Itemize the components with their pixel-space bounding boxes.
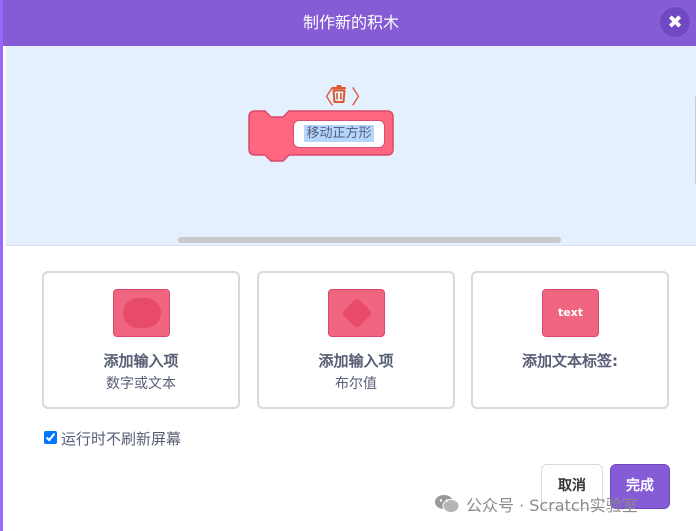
trash-icon[interactable] [329, 84, 349, 104]
option-title: 添加文本标签: [522, 352, 618, 370]
block-edit-tools: 〈 〉 [314, 83, 371, 109]
horizontal-scrollbar[interactable] [178, 237, 561, 243]
run-without-refresh-checkbox[interactable] [44, 431, 57, 444]
option-subtitle: 数字或文本 [106, 376, 176, 392]
text-label-icon: text [542, 289, 599, 337]
boolean-input-icon [328, 289, 385, 337]
dialog-title: 制作新的积木 [302, 13, 399, 32]
close-icon: ✖ [667, 12, 683, 33]
make-block-dialog: 制作新的积木 ✖ 〈 〉 移动正方形 添加输入项 数字或文本 添加输入项 布尔值… [0, 0, 696, 531]
block-name-text: 移动正方形 [304, 125, 374, 142]
block-name-input[interactable]: 移动正方形 [293, 120, 385, 148]
add-boolean-input-button[interactable]: 添加输入项 布尔值 [257, 271, 455, 409]
close-button[interactable]: ✖ [659, 6, 691, 38]
dialog-header: 制作新的积木 [3, 0, 696, 46]
option-subtitle: 布尔值 [335, 376, 377, 392]
add-text-label-button[interactable]: text 添加文本标签: [471, 271, 669, 409]
option-title: 添加输入项 [318, 352, 394, 370]
option-title: 添加输入项 [103, 352, 179, 370]
run-without-refresh-label[interactable]: 运行时不刷新屏幕 [61, 428, 181, 449]
round-input-icon [113, 289, 170, 337]
wechat-icon [435, 495, 460, 513]
add-number-text-input-button[interactable]: 添加输入项 数字或文本 [42, 271, 240, 409]
move-right-icon[interactable]: 〉 [351, 81, 371, 110]
text-label-icon-caption: text [557, 306, 584, 319]
watermark-text: 公众号 · Scratch实验室 [466, 496, 638, 515]
